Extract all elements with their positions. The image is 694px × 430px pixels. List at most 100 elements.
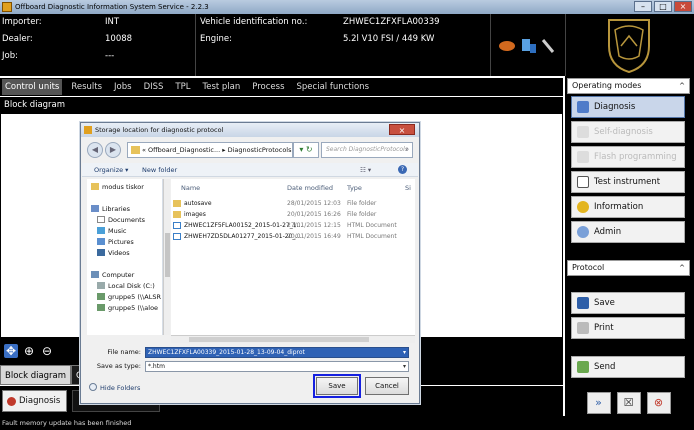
- column-name[interactable]: Name: [181, 184, 200, 192]
- tab-process[interactable]: Process: [249, 79, 287, 95]
- admin-icon: [577, 226, 589, 238]
- cable-icon: [541, 39, 555, 53]
- tab-control-units[interactable]: Control units: [2, 79, 63, 95]
- maximize-button[interactable]: □: [654, 1, 672, 12]
- importer-label: Importer:: [2, 17, 42, 27]
- mode-self-diagnosis-label: Self-diagnosis: [594, 127, 653, 137]
- nav-item[interactable]: Computer: [91, 271, 134, 279]
- operating-modes-title: Operating modes: [572, 81, 642, 90]
- libraries-icon: [91, 205, 99, 212]
- vin-value: ZHWEC1ZFXFLA00339: [343, 17, 440, 27]
- new-folder-button[interactable]: New folder: [142, 163, 177, 177]
- zoom-in-icon[interactable]: ⊕: [22, 344, 36, 358]
- nav-item[interactable]: Pictures: [97, 238, 134, 246]
- protocol-send-label: Send: [594, 362, 616, 372]
- help-icon[interactable]: ?: [398, 165, 407, 174]
- column-size[interactable]: Si: [405, 184, 411, 192]
- test-instrument-icon: [577, 176, 589, 188]
- save-type-select[interactable]: *.htm ▾: [145, 361, 409, 372]
- protocol-save-label: Save: [594, 298, 615, 308]
- hide-folders-toggle[interactable]: Hide Folders: [89, 383, 140, 392]
- dialog-title: Storage location for diagnostic protocol: [95, 126, 224, 134]
- tab-block-diagram[interactable]: Block diagram: [0, 365, 72, 385]
- collapse-icon[interactable]: ^: [679, 79, 685, 93]
- mode-admin-button[interactable]: Admin: [571, 221, 685, 243]
- organize-button[interactable]: Organize ▾: [94, 163, 128, 177]
- cancel-button[interactable]: Cancel: [365, 377, 409, 395]
- nav-item[interactable]: gruppe5 (\\ALSR: [97, 293, 161, 301]
- protocol-print-label: Print: [594, 323, 614, 333]
- chevron-down-icon[interactable]: ▾: [403, 362, 406, 371]
- html-file-icon: [173, 222, 181, 229]
- address-path: « Offboard_Diagnostic... ▸ DiagnosticPro…: [142, 146, 293, 154]
- engine-label: Engine:: [200, 34, 232, 44]
- search-input[interactable]: Search DiagnosticProtocols ⌕: [321, 142, 413, 158]
- nav-item[interactable]: modus tiskor: [91, 183, 144, 191]
- minimize-button[interactable]: –: [634, 1, 652, 12]
- forward-nav-icon[interactable]: ▶: [105, 142, 121, 158]
- tab-jobs[interactable]: Jobs: [111, 79, 135, 95]
- nav-item[interactable]: Local Disk (C:): [97, 282, 155, 290]
- nav-item[interactable]: Documents: [97, 216, 145, 224]
- mode-admin-label: Admin: [594, 227, 622, 237]
- mode-information-button[interactable]: Information: [571, 196, 685, 218]
- zoom-out-icon[interactable]: ⊖: [40, 344, 54, 358]
- refresh-icon[interactable]: ▾ ↻: [293, 142, 319, 158]
- close-window-button[interactable]: ×: [674, 1, 692, 12]
- protocol-save-button[interactable]: Save: [571, 292, 685, 314]
- column-type[interactable]: Type: [347, 184, 362, 192]
- file-row[interactable]: ZHWEH7ZD5DLA01277_2015-01-20_... 20/01/2…: [171, 232, 415, 242]
- operating-modes-header[interactable]: Operating modes ^: [567, 78, 690, 94]
- mode-self-diagnosis-button[interactable]: Self-diagnosis: [571, 121, 685, 143]
- back-icon[interactable]: ◀: [87, 142, 103, 158]
- protocol-header[interactable]: Protocol ^: [567, 260, 690, 276]
- file-row[interactable]: autosave 28/01/2015 12:03 File folder: [171, 199, 415, 209]
- network-drive-icon: [97, 304, 105, 311]
- file-list-scrollbar[interactable]: [171, 335, 415, 343]
- tab-special-functions[interactable]: Special functions: [294, 79, 372, 95]
- navigation-pane: modus tiskor Libraries Documents Music P…: [87, 179, 163, 335]
- file-row[interactable]: ZHWEC1ZF5FLA00152_2015-01-27_1... 27/01/…: [171, 221, 415, 231]
- search-icon: ⌕: [405, 146, 409, 153]
- tab-diss[interactable]: DISS: [141, 79, 167, 95]
- tab-tpl[interactable]: TPL: [172, 79, 193, 95]
- mode-test-instrument-label: Test instrument: [594, 177, 661, 187]
- view-options-icon[interactable]: ☷ ▾: [360, 163, 371, 177]
- status-text: Fault memory update has been finished: [2, 419, 132, 427]
- file-name-label: File name:: [107, 348, 141, 356]
- exit-icon[interactable]: ⊗: [646, 392, 671, 414]
- dialog-close-button[interactable]: ×: [389, 124, 415, 135]
- column-date-modified[interactable]: Date modified: [287, 184, 333, 192]
- nav-item[interactable]: Videos: [97, 249, 130, 257]
- nav-item[interactable]: Music: [97, 227, 127, 235]
- tab-test-plan[interactable]: Test plan: [199, 79, 243, 95]
- protocol-send-button[interactable]: Send: [571, 356, 685, 378]
- file-name-input[interactable]: ZHWEC1ZFXFLA00339_2015-01-28_13-09-04_di…: [145, 347, 409, 358]
- nav-item[interactable]: Libraries: [91, 205, 130, 213]
- fit-view-icon[interactable]: ✥: [4, 343, 18, 358]
- dialog-toolbar: Organize ▾ New folder ☷ ▾ ?: [82, 163, 418, 177]
- flash-programming-icon: [577, 151, 589, 163]
- tab-diagnosis[interactable]: Diagnosis: [2, 390, 67, 412]
- forward-icon[interactable]: »: [586, 392, 611, 414]
- computer-icon: [91, 271, 99, 278]
- address-bar[interactable]: « Offboard_Diagnostic... ▸ DiagnosticPro…: [127, 142, 293, 158]
- block-diagram-title: Block diagram: [4, 100, 66, 110]
- folder-icon: [173, 211, 181, 218]
- mode-diagnosis-button[interactable]: Diagnosis: [571, 96, 685, 118]
- app-icon: [2, 2, 12, 12]
- nav-item[interactable]: gruppe5 (\\aloe: [97, 304, 158, 312]
- file-row[interactable]: images 20/01/2015 16:26 File folder: [171, 210, 415, 220]
- stop-icon[interactable]: ☒: [616, 392, 641, 414]
- mode-flash-programming-label: Flash programming: [594, 152, 677, 162]
- collapse-icon[interactable]: ^: [679, 261, 685, 275]
- tab-results[interactable]: Results: [68, 79, 105, 95]
- mode-flash-programming-button[interactable]: Flash programming: [571, 146, 685, 168]
- mode-test-instrument-button[interactable]: Test instrument: [571, 171, 685, 193]
- chevron-down-icon[interactable]: ▾: [403, 348, 406, 357]
- window-controls: – □ ×: [634, 1, 692, 12]
- nav-scrollbar[interactable]: [163, 179, 170, 335]
- save-button[interactable]: Save: [313, 374, 361, 398]
- status-bar: Fault memory update has been finished: [0, 416, 694, 430]
- protocol-print-button[interactable]: Print: [571, 317, 685, 339]
